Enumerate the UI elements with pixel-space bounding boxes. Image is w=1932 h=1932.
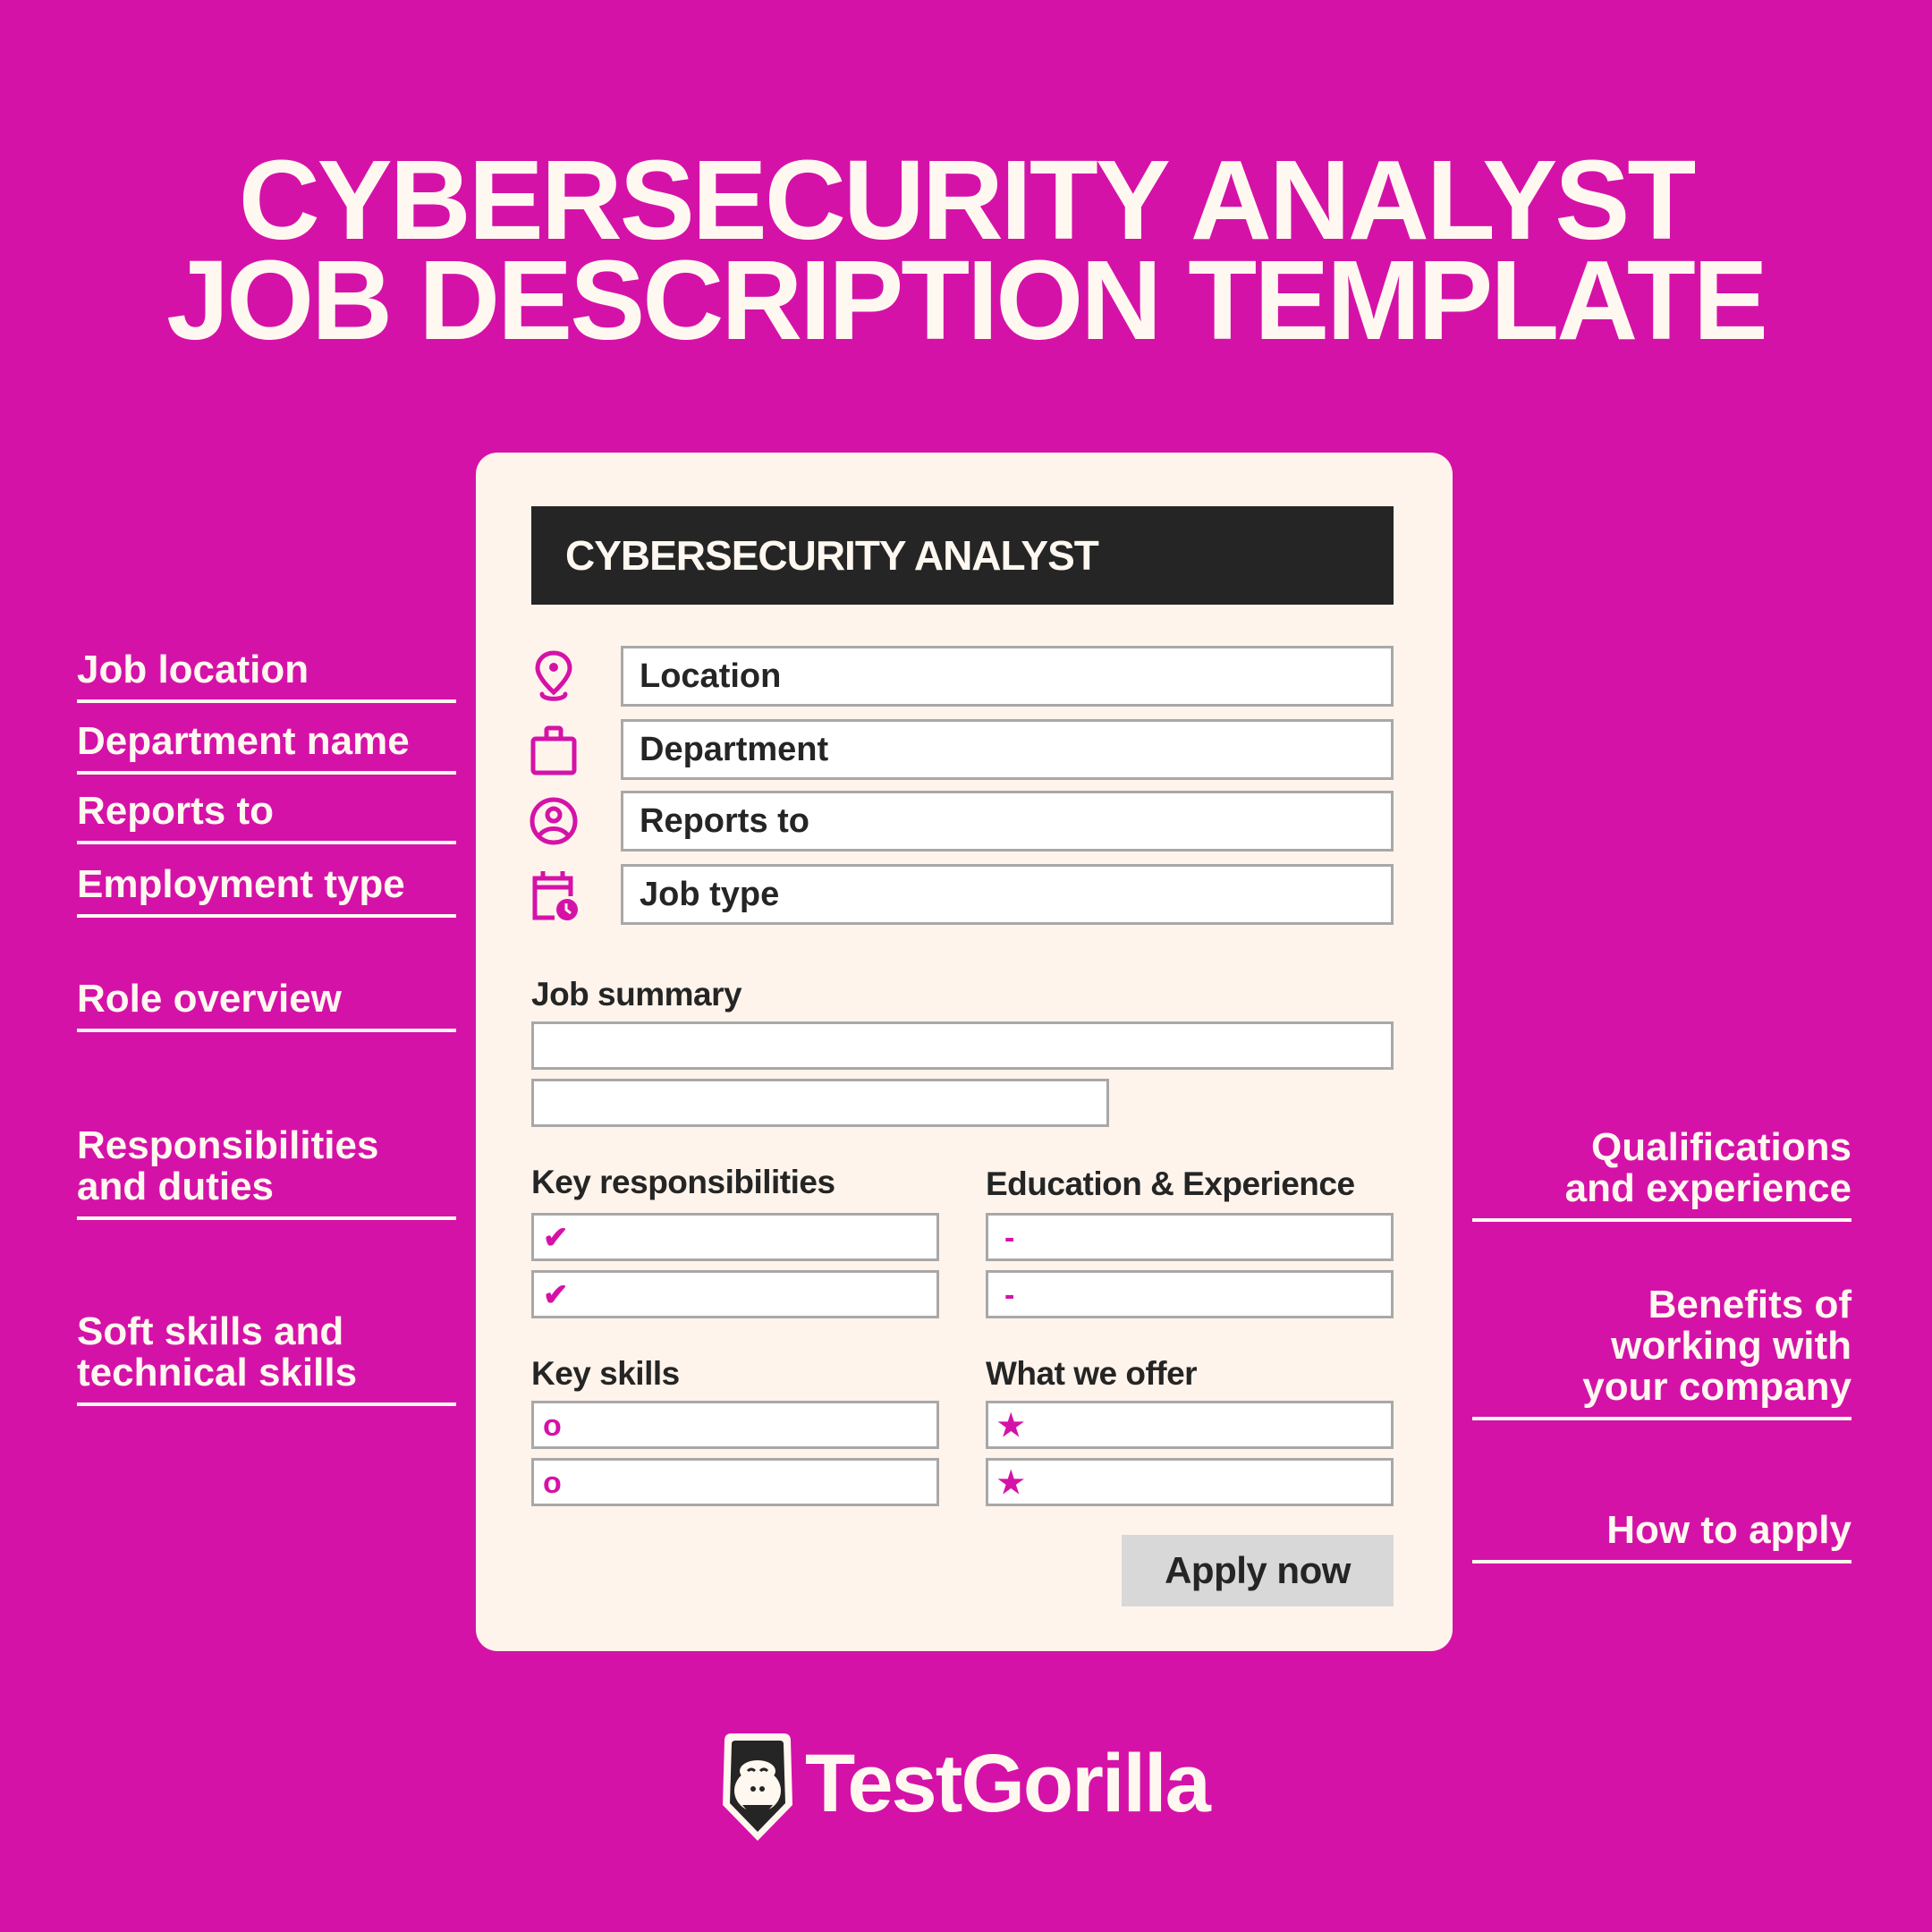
annotation-text: your company (1582, 1365, 1852, 1409)
annotation-text: Employment type (77, 862, 405, 906)
annotation-text: Reports to (77, 789, 274, 833)
what-we-offer-label: What we offer (986, 1355, 1198, 1392)
dash-icon: - (1004, 1221, 1015, 1255)
field-department: Department (528, 719, 1394, 780)
annotation-text: Responsibilities (77, 1123, 379, 1167)
annotation-text: Benefits of (1648, 1283, 1852, 1326)
annotation-department-name: Department name (77, 721, 456, 775)
checkmark-icon: ✔ (543, 1221, 569, 1255)
annotation-qualifications: Qualifications and experience (1472, 1127, 1852, 1222)
job-type-input[interactable]: Job type (621, 864, 1394, 925)
department-input[interactable]: Department (621, 719, 1394, 780)
annotation-employment-type: Employment type (77, 864, 456, 918)
key-responsibility-item[interactable]: ✔ (531, 1213, 939, 1261)
annotation-text: Department name (77, 719, 410, 763)
annotation-reports-to: Reports to (77, 791, 456, 844)
annotation-text: Job location (77, 648, 309, 691)
annotation-text: How to apply (1606, 1508, 1852, 1552)
star-icon: ★ (997, 1466, 1025, 1500)
job-description-card: CYBERSECURITY ANALYST Location Departmen… (476, 453, 1453, 1651)
calendar-clock-icon (532, 871, 578, 920)
key-skills-label: Key skills (531, 1355, 680, 1392)
reports-to-input[interactable]: Reports to (621, 791, 1394, 852)
star-icon: ★ (997, 1409, 1025, 1443)
card-header: CYBERSECURITY ANALYST (531, 506, 1394, 605)
annotation-text: and experience (1564, 1166, 1852, 1210)
annotation-role-overview: Role overview (77, 979, 456, 1032)
title-line-1: CYBERSECURITY ANALYST (238, 137, 1697, 263)
checkmark-icon: ✔ (543, 1278, 569, 1312)
offer-item[interactable]: ★ (986, 1458, 1394, 1506)
title-line-2: JOB DESCRIPTION TEMPLATE (166, 237, 1768, 363)
location-input[interactable]: Location (621, 646, 1394, 707)
field-location: Location (528, 646, 1394, 707)
testgorilla-logo: TestGorilla (719, 1728, 1220, 1844)
key-skill-item[interactable]: o (531, 1458, 939, 1506)
education-experience-label: Education & Experience (986, 1165, 1355, 1202)
education-item[interactable]: - (986, 1213, 1394, 1261)
annotation-text: and duties (77, 1165, 275, 1208)
user-circle-icon (530, 797, 578, 845)
briefcase-icon (530, 725, 577, 775)
annotation-text: technical skills (77, 1351, 358, 1394)
field-job-type: Job type (528, 864, 1394, 925)
job-summary-input-line-2[interactable] (531, 1079, 1109, 1127)
annotation-text: Qualifications (1591, 1125, 1852, 1169)
field-reports-to: Reports to (528, 791, 1394, 852)
annotation-text: Soft skills and (77, 1309, 344, 1353)
annotation-skills: Soft skills and technical skills (77, 1311, 456, 1406)
ring-icon: o (543, 1409, 562, 1443)
apply-now-button[interactable]: Apply now (1122, 1535, 1394, 1606)
gorilla-logo-icon (723, 1733, 792, 1841)
key-skill-item[interactable]: o (531, 1401, 939, 1449)
ring-icon: o (543, 1466, 562, 1500)
offer-item[interactable]: ★ (986, 1401, 1394, 1449)
annotation-job-location: Job location (77, 649, 456, 703)
education-item[interactable]: - (986, 1270, 1394, 1318)
annotation-benefits: Benefits of working with your company (1472, 1284, 1852, 1420)
annotation-text: Role overview (77, 977, 342, 1021)
annotation-text: working with (1611, 1324, 1852, 1368)
page-title: CYBERSECURITY ANALYST JOB DESCRIPTION TE… (0, 137, 1932, 363)
job-summary-label: Job summary (531, 976, 742, 1013)
annotation-how-to-apply: How to apply (1472, 1510, 1852, 1563)
key-responsibility-item[interactable]: ✔ (531, 1270, 939, 1318)
brand-name: TestGorilla (805, 1738, 1211, 1829)
job-summary-input-line-1[interactable] (531, 1021, 1394, 1070)
annotation-responsibilities: Responsibilities and duties (77, 1125, 456, 1220)
location-pin-icon (535, 650, 572, 701)
key-responsibilities-label: Key responsibilities (531, 1164, 835, 1200)
dash-icon: - (1004, 1278, 1015, 1312)
